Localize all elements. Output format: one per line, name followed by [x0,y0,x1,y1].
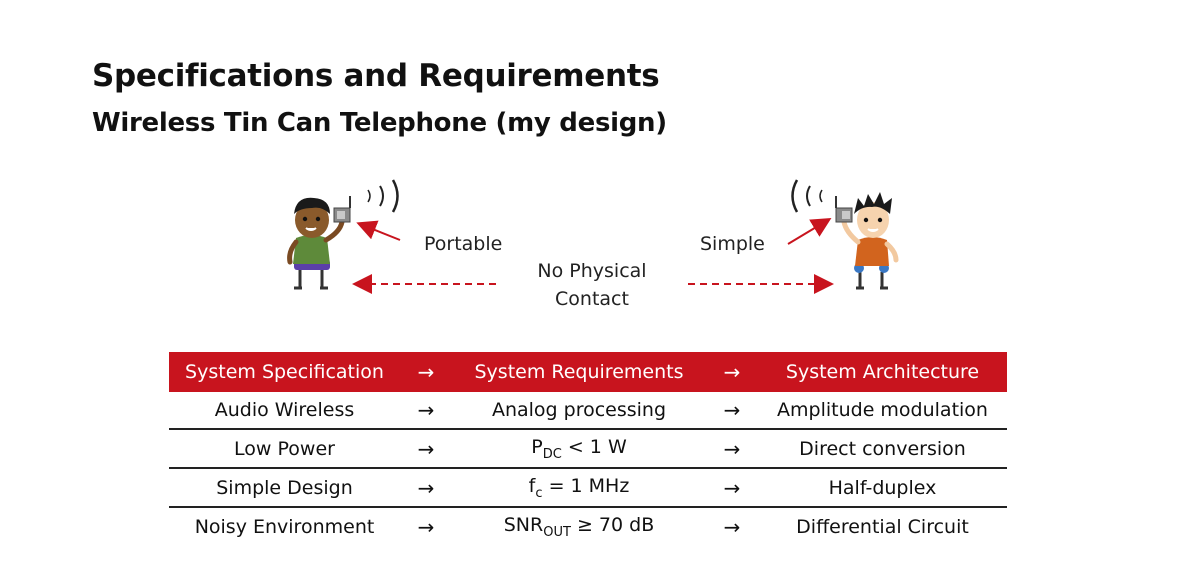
architecture-cell: Direct conversion [758,428,1007,468]
right-can-icon [835,196,853,223]
arrow-cell: → [723,398,741,422]
requirement-subscript: DC [542,446,562,462]
header-system-specification: System Specification [185,361,384,383]
architecture-cell: Amplitude modulation [777,399,988,421]
no-contact-line1: No Physical [537,260,647,282]
arrow-cell: → [706,467,758,507]
no-contact-line2: Contact [555,288,629,310]
arrow-cell: → [417,398,435,422]
header-arrow: → [723,360,741,384]
spec-table: System Specification → System Requiremen… [169,352,1007,546]
left-person-icon [287,179,399,290]
requirement-subscript: OUT [543,525,571,540]
left-can-icon [333,196,351,223]
requirement-value: ≥ 70 dB [570,514,655,536]
simple-label: Simple [700,233,765,255]
spec-cell: Simple Design [169,467,400,507]
spec-cell: Low Power [169,428,400,468]
spec-cell: Noisy Environment [169,506,400,546]
requirement-value: = 1 MHz [542,474,630,497]
spec-cell: Audio Wireless [214,399,355,421]
arrow-cell: → [400,467,452,507]
requirement-value: < 1 W [561,435,627,458]
requirement-symbol: SNR [503,514,544,536]
portable-label: Portable [424,233,503,255]
requirement-cell: SNROUT ≥ 70 dB [452,506,706,546]
table-row: Audio Wireless → Analog processing → Amp… [169,392,1007,429]
arrow-cell: → [706,506,758,546]
arrow-cell: → [400,428,452,468]
no-contact-label: No Physical Contact [526,257,658,313]
header-system-requirements: System Requirements [474,361,684,383]
requirement-symbol: P [531,435,543,458]
simple-pointer-arrow [787,217,832,245]
slide-subtitle: Wireless Tin Can Telephone (my design) [92,108,667,138]
header-arrow: → [417,360,435,384]
table-row: Low Power → PDC < 1 W → Direct conversio… [169,428,1007,468]
table-row: Simple Design → fc = 1 MHz → Half-duplex [169,467,1007,507]
requirement-subscript: c [535,485,543,501]
arrow-cell: → [706,428,758,468]
architecture-cell: Differential Circuit [758,506,1007,546]
requirement-cell: PDC < 1 W [452,428,706,468]
table-row: Noisy Environment → SNROUT ≥ 70 dB → Dif… [169,506,1007,546]
requirement-cell: Analog processing [491,399,667,421]
right-person-icon [791,179,899,290]
requirement-cell: fc = 1 MHz [452,467,706,507]
portable-pointer-arrow [356,220,401,241]
architecture-cell: Half-duplex [758,467,1007,507]
arrow-cell: → [400,506,452,546]
header-system-architecture: System Architecture [785,361,980,383]
table-header-row: System Specification → System Requiremen… [169,352,1007,392]
slide-title: Specifications and Requirements [92,58,660,94]
